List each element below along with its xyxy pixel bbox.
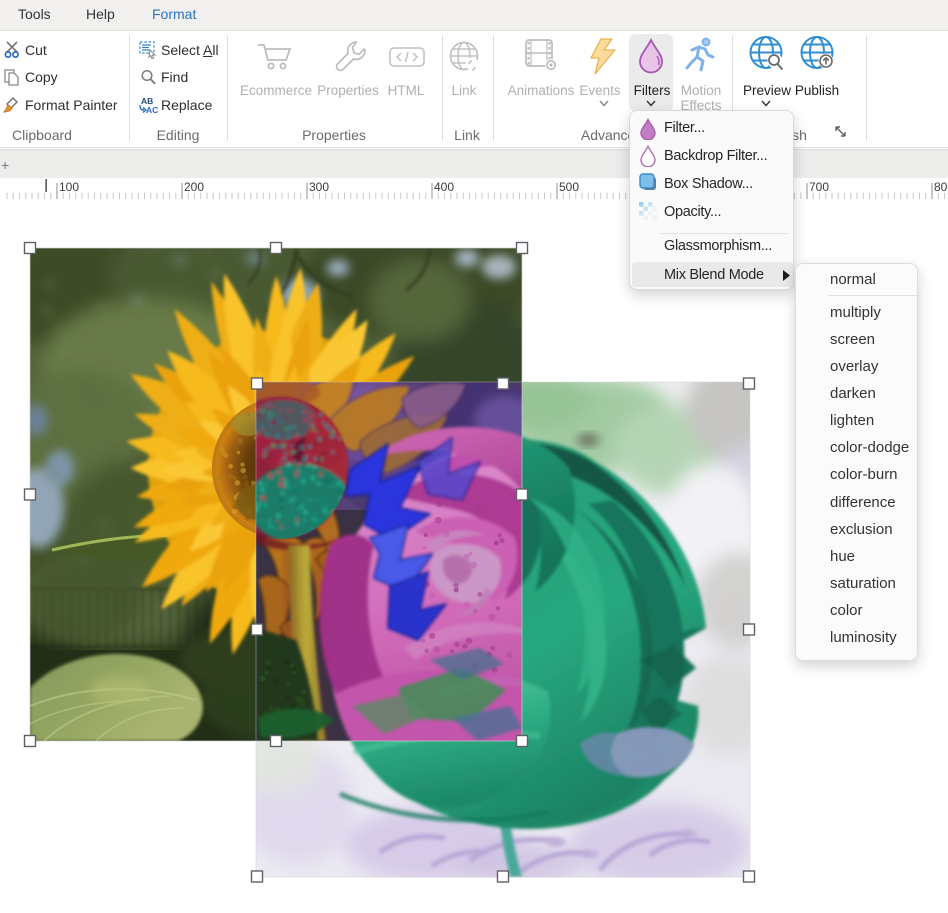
svg-text:300: 300: [309, 180, 329, 194]
svg-text:100: 100: [59, 180, 79, 194]
svg-text:AC: AC: [146, 105, 158, 115]
svg-text:200: 200: [184, 180, 204, 194]
svg-text:400: 400: [434, 180, 454, 194]
svg-text:700: 700: [809, 180, 829, 194]
svg-text:500: 500: [559, 180, 579, 194]
svg-text:800: 800: [934, 180, 948, 194]
